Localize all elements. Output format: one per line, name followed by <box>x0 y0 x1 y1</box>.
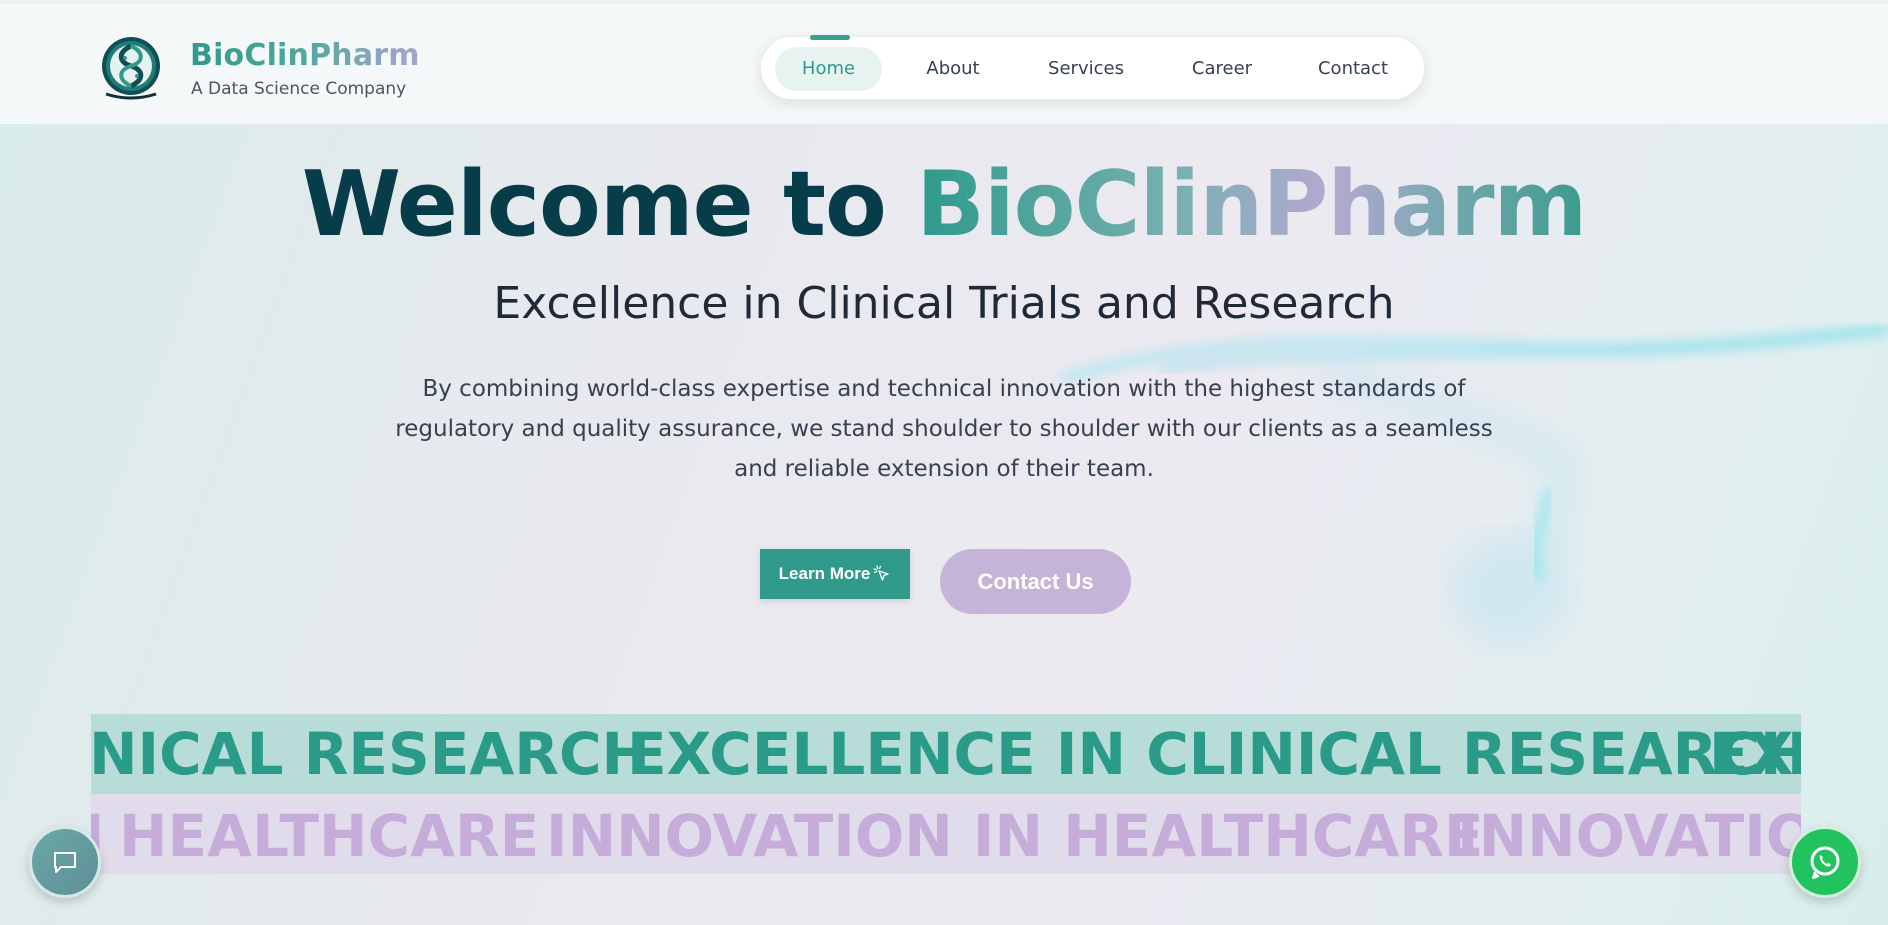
cursor-click-icon <box>873 565 890 581</box>
decorative-swirl <box>1058 323 1888 645</box>
marquee-text: NICAL RESEARCH <box>91 720 651 788</box>
site-header: BioClinPharm A Data Science Company Home… <box>0 0 1888 124</box>
whatsapp-icon <box>1810 846 1840 879</box>
marquee-text: EXCELLENCE IN CLINICAL RESEARCH <box>627 720 1801 788</box>
chat-bubble-icon <box>54 852 76 873</box>
marquee-text: EXC <box>1709 720 1801 788</box>
hero-title-prefix: Welcome to <box>301 152 887 257</box>
brand-tagline: A Data Science Company <box>191 79 407 99</box>
learn-more-label: Learn More <box>778 564 871 583</box>
contact-us-button[interactable]: Contact Us <box>940 549 1131 614</box>
chat-button[interactable] <box>29 826 101 898</box>
marquee-text: HEALTHCARE <box>119 802 540 870</box>
nav-item-services[interactable]: Services <box>1026 47 1146 91</box>
bioclinpharm-logo[interactable] <box>98 36 164 102</box>
hero-title-accent: BioClinPharm <box>916 152 1587 257</box>
brand-name[interactable]: BioClinPharm <box>190 38 420 73</box>
hero-subtitle: Excellence in Clinical Trials and Resear… <box>493 278 1395 329</box>
marquee-text: INNOVATION IN HEALTHCARE <box>546 802 1484 870</box>
nav-item-home[interactable]: Home <box>775 47 882 91</box>
marquee-clinical-research: NICAL RESEARCH EXCELLENCE IN CLINICAL RE… <box>91 714 1801 794</box>
learn-more-button[interactable]: Learn More <box>760 549 910 599</box>
marquee-text: INNOVATIO <box>1457 802 1801 870</box>
nav-item-contact[interactable]: Contact <box>1297 47 1409 91</box>
hero-title: Welcome to BioClinPharm <box>0 152 1888 257</box>
active-nav-indicator <box>810 35 850 40</box>
nav-item-about[interactable]: About <box>903 47 1003 91</box>
whatsapp-button[interactable] <box>1789 826 1861 898</box>
main-nav: Home About Services Career Contact <box>760 35 1425 100</box>
marquee-healthcare: I HEALTHCARE INNOVATION IN HEALTHCARE IN… <box>91 794 1801 874</box>
nav-item-career[interactable]: Career <box>1167 47 1277 91</box>
hero-description: By combining world-class expertise and t… <box>395 376 1493 482</box>
